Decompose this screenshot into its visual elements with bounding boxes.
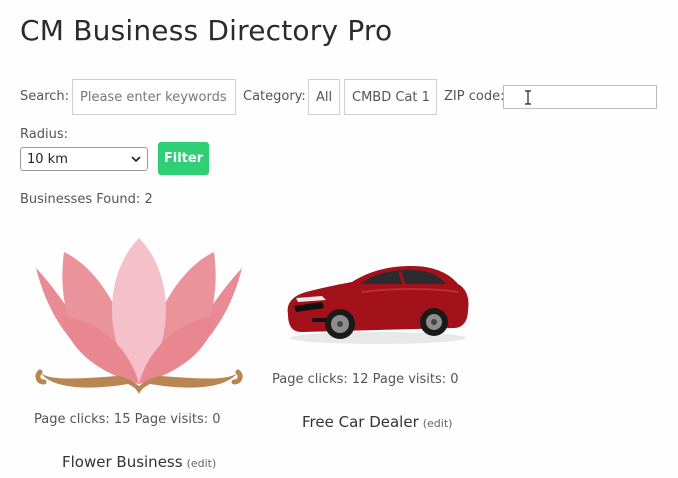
business-name-link[interactable]: Flower Business [62,453,183,471]
directory-page: CM Business Directory Pro Search: Catego… [0,0,678,478]
category-cat1-text: CMBD Cat 1 [352,89,430,105]
search-input[interactable] [80,89,228,105]
page-title: CM Business Directory Pro [20,14,393,47]
edit-link[interactable]: (edit) [187,457,217,470]
category-all-option[interactable]: All [308,79,340,115]
lotus-flower-image[interactable] [32,236,246,406]
business-stats: Page clicks: 15 Page visits: 0 [34,412,221,427]
business-title-row: Flower Business (edit) [62,452,216,471]
category-cat1-option[interactable]: CMBD Cat 1 [344,79,437,115]
business-stats: Page clicks: 12 Page visits: 0 [272,372,459,387]
edit-link[interactable]: (edit) [423,417,453,430]
category-label: Category: [243,89,306,104]
business-title-row: Free Car Dealer (edit) [302,412,452,431]
radius-selected-value: 10 km [27,151,68,167]
radius-label: Radius: [20,127,68,142]
category-all-text: All [315,89,333,105]
text-cursor-icon [525,90,531,105]
radius-select[interactable]: 10 km [20,147,148,171]
chevron-down-icon [131,156,141,162]
search-label: Search: [20,89,70,104]
red-coupe-car-image[interactable] [282,262,472,346]
businesses-found-count: Businesses Found: 2 [20,192,153,207]
zip-label: ZIP code: [444,89,505,104]
business-name-link[interactable]: Free Car Dealer [302,413,419,431]
search-input-wrapper[interactable] [72,79,236,115]
filter-button[interactable]: Filter [158,142,209,175]
